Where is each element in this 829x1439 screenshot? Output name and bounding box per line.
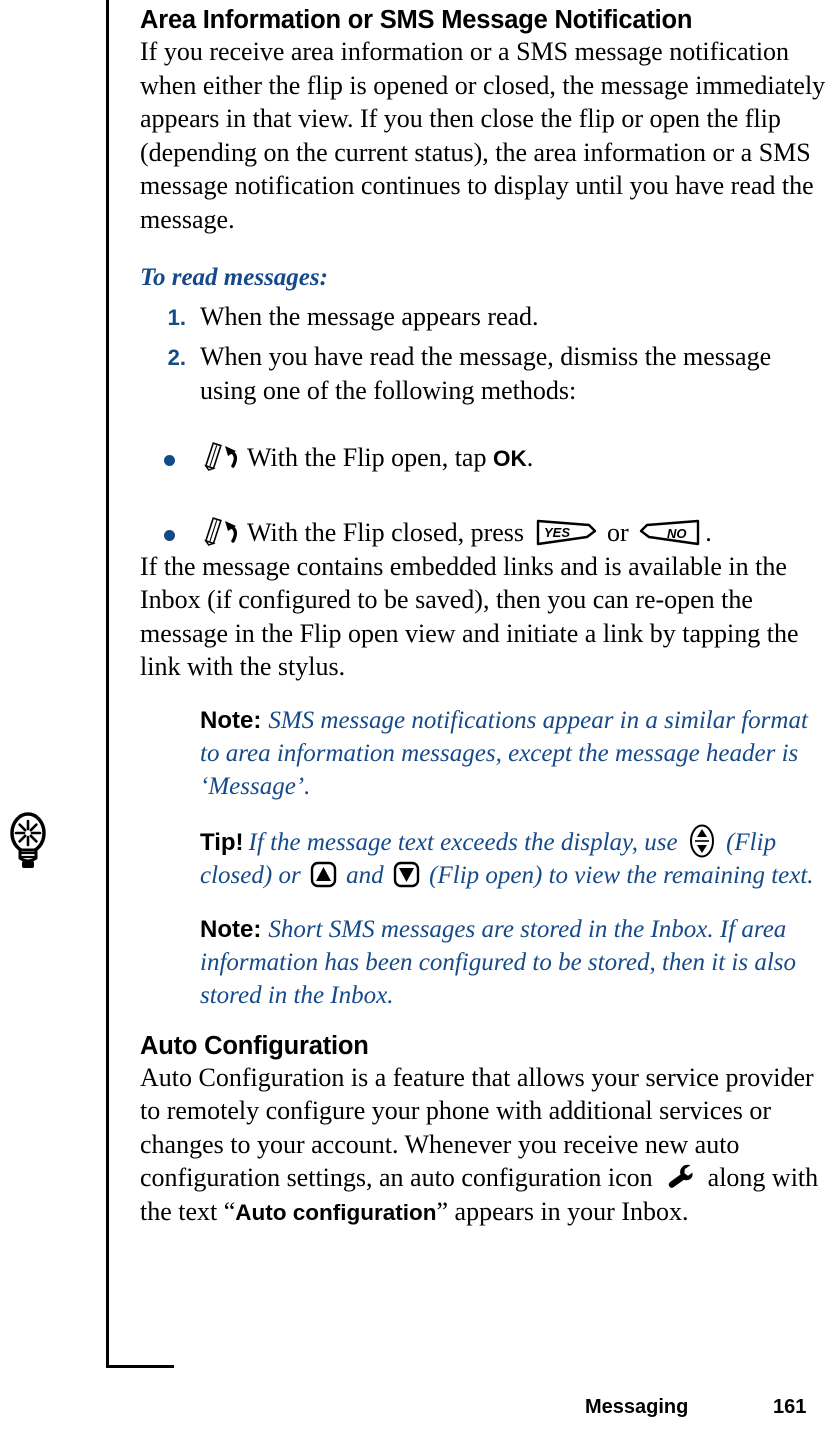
tip-label: Tip! bbox=[200, 828, 244, 856]
bullet-text-tail: . bbox=[705, 517, 712, 547]
ok-button-label: OK bbox=[492, 446, 527, 472]
bullet-method-list: With the Flip open, tap OK. With the Fli… bbox=[140, 441, 829, 549]
tip-text-1: If the message text exceeds the display,… bbox=[248, 828, 684, 856]
note-label: Note: bbox=[200, 915, 262, 943]
list-item: 1. When the message appears read. bbox=[140, 300, 829, 334]
stylus-tap-icon bbox=[200, 442, 242, 472]
bullet-text: With the Flip closed, press bbox=[247, 517, 531, 547]
yes-key-icon: YES bbox=[535, 517, 597, 547]
note-text: SMS message notifications appear in a si… bbox=[200, 706, 808, 801]
list-item: 2. When you have read the message, dismi… bbox=[140, 340, 829, 407]
page-margin-vertical-rule bbox=[106, 0, 109, 1368]
bullet-text-tail: . bbox=[526, 443, 534, 473]
embedded-links-paragraph: If the message contains embedded links a… bbox=[140, 551, 799, 682]
svg-text:YES: YES bbox=[544, 525, 570, 540]
bullet-text-middle: or bbox=[600, 517, 636, 547]
stylus-tap-icon bbox=[200, 517, 242, 547]
tip-text-4: (Flip open) to view the remaining text. bbox=[422, 861, 814, 889]
numbered-step-list: 1. When the message appears read. 2. Whe… bbox=[140, 300, 829, 408]
auto-text-3: ” appears in your Inbox. bbox=[436, 1196, 689, 1226]
note-block-one: Note: SMS message notifications appear in… bbox=[140, 704, 829, 804]
down-arrow-key-icon bbox=[393, 861, 420, 888]
up-arrow-key-icon bbox=[310, 861, 337, 888]
svg-text:NO: NO bbox=[667, 526, 687, 541]
step-text: When the message appears read. bbox=[200, 301, 539, 331]
no-key-icon: NO bbox=[639, 517, 701, 547]
auto-configuration-heading: Auto Configuration bbox=[140, 1031, 369, 1060]
step-number: 1. bbox=[167, 304, 186, 330]
light-bulb-tip-icon bbox=[8, 808, 48, 880]
bullet-marker bbox=[164, 455, 175, 467]
note-block-two: Note: Short SMS messages are stored in th… bbox=[140, 913, 829, 1013]
bullet-marker bbox=[164, 529, 175, 541]
bullet-text: With the Flip open, tap bbox=[247, 443, 493, 473]
step-number: 2. bbox=[167, 345, 186, 371]
footer-page-number: 161 bbox=[773, 1396, 807, 1418]
list-item: With the Flip open, tap OK. bbox=[140, 441, 829, 476]
page-content: Area Information or SMS Message Notifica… bbox=[140, 0, 829, 1230]
tip-text-3: and bbox=[339, 861, 390, 889]
intro-paragraph: If you receive area information or a SMS… bbox=[140, 37, 826, 234]
note-text: Short SMS messages are stored in the Inb… bbox=[200, 915, 797, 1010]
auto-configuration-paragraph: Auto Configuration is a feature that all… bbox=[140, 1061, 829, 1230]
wrench-icon bbox=[665, 1163, 695, 1191]
page-footer: Messaging 161 bbox=[0, 1396, 829, 1426]
note-label: Note: bbox=[200, 706, 262, 734]
procedure-subheading: To read messages: bbox=[140, 263, 328, 291]
page-title: Area Information or SMS Message Notifica… bbox=[140, 6, 693, 34]
step-text: When you have read the message, dismiss … bbox=[200, 342, 772, 405]
footer-section-label: Messaging bbox=[585, 1396, 689, 1418]
page-margin-horizontal-rule bbox=[106, 1365, 174, 1368]
list-item: With the Flip closed, press YES or NO . bbox=[140, 516, 829, 550]
auto-configuration-label: Auto configuration bbox=[235, 1199, 437, 1225]
tip-block: Tip! If the message text exceeds the disp… bbox=[140, 824, 829, 892]
updown-key-icon bbox=[689, 824, 715, 858]
